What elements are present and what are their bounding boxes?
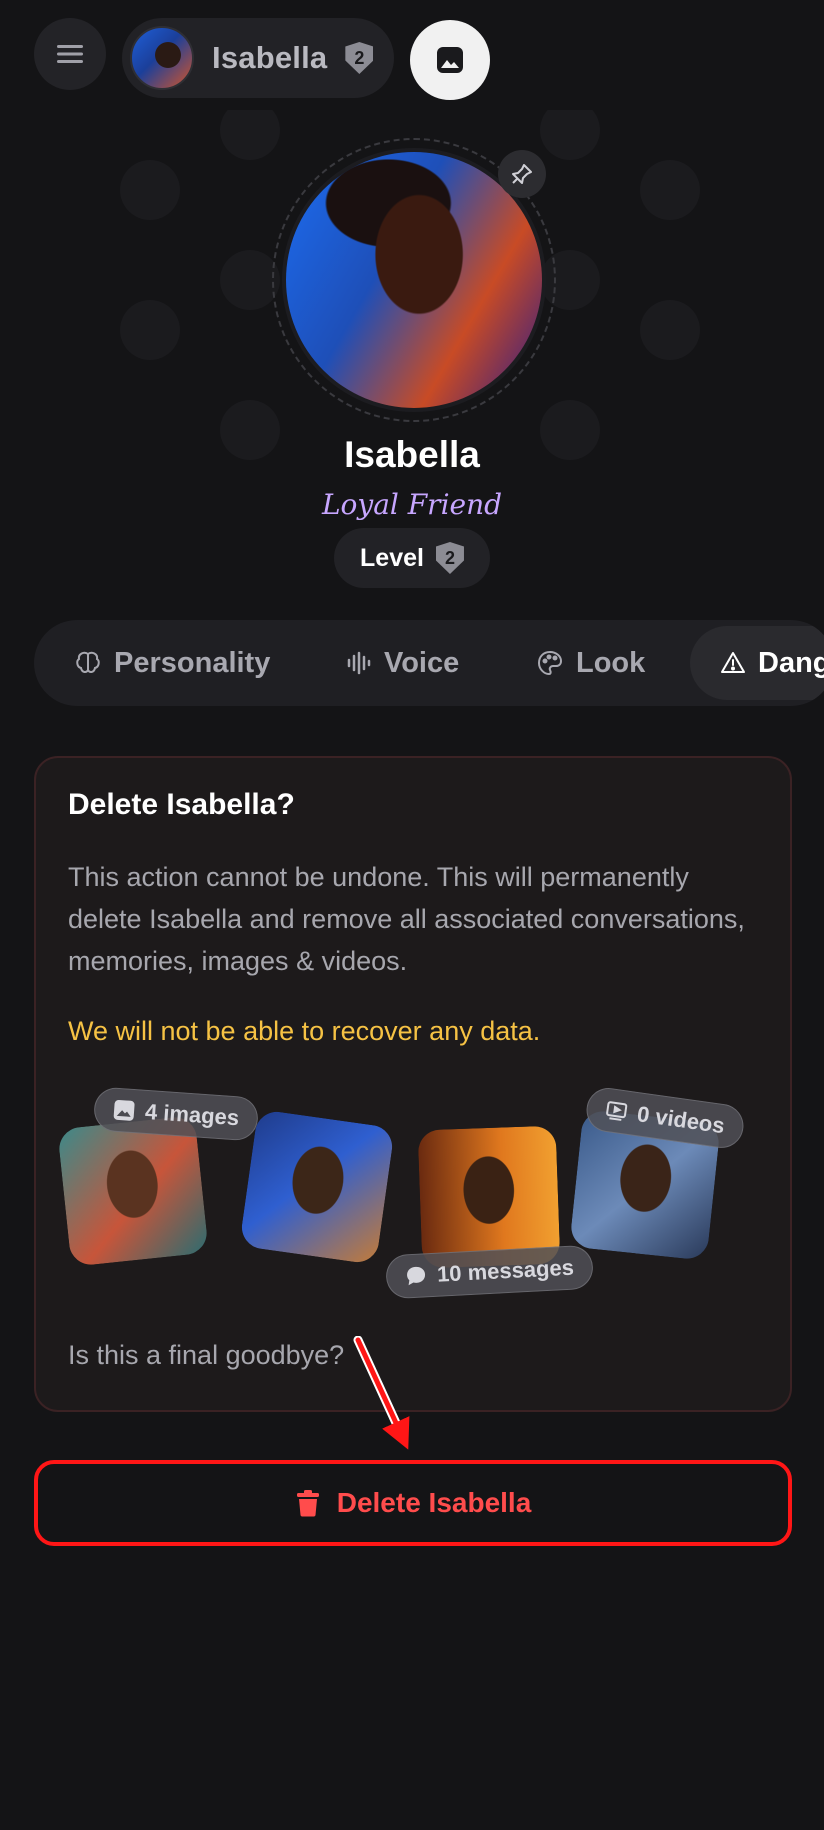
companion-chip[interactable]: Isabella 2 [122, 18, 394, 98]
delete-companion-button[interactable]: Delete Isabella [34, 1460, 792, 1546]
delete-card [34, 756, 792, 1412]
image-icon [437, 47, 463, 73]
delete-card-description: This action cannot be undone. This will … [68, 862, 745, 976]
tab-label: Voice [384, 646, 460, 679]
brain-icon [76, 651, 100, 674]
level-label: Level [360, 543, 424, 572]
gallery-button[interactable] [410, 20, 490, 100]
menu-button[interactable] [34, 18, 106, 90]
goodbye-question: Is this a final goodbye? [68, 1340, 345, 1370]
profile-name: Isabella [344, 434, 480, 475]
tab-voice[interactable]: Voice [346, 620, 459, 706]
chat-bubble-icon [407, 1266, 426, 1286]
companion-name: Isabella [212, 40, 328, 75]
delete-card-warning: We will not be able to recover any data. [68, 1016, 541, 1046]
pin-button[interactable] [498, 150, 546, 198]
hamburger-icon [57, 45, 83, 63]
tab-look[interactable]: Look [536, 620, 645, 706]
media-thumbnail [57, 1115, 209, 1267]
level-chip: Level 2 [334, 528, 490, 588]
level-shield-badge: 2 [435, 542, 464, 574]
palette-icon [537, 650, 563, 676]
tab-label: Look [576, 646, 646, 679]
profile-role: Loyal Friend [321, 488, 503, 521]
images-count: 4 images [144, 1098, 240, 1131]
arrow-annotation [353, 1336, 410, 1450]
tab-label: Personality [114, 646, 271, 679]
tab-bar: Personality Voice Look Dang [34, 620, 824, 706]
tab-label: Dang [758, 646, 824, 679]
level-shield-badge: 2 [345, 42, 374, 74]
media-thumbnail [239, 1109, 395, 1265]
waveform-icon [347, 651, 371, 675]
messages-count: 10 messages [436, 1254, 575, 1287]
image-icon [113, 1099, 135, 1121]
delete-button-label: Delete Isabella [336, 1487, 532, 1518]
avatar [130, 26, 194, 90]
delete-card-title: Delete Isabella? [68, 788, 295, 821]
videos-count: 0 videos [635, 1101, 727, 1139]
tab-personality[interactable]: Personality [74, 620, 270, 706]
warning-icon [721, 652, 745, 673]
pin-icon [512, 164, 532, 184]
tab-danger[interactable]: Dang [690, 626, 824, 700]
trash-icon [296, 1490, 319, 1517]
video-icon [606, 1101, 628, 1121]
